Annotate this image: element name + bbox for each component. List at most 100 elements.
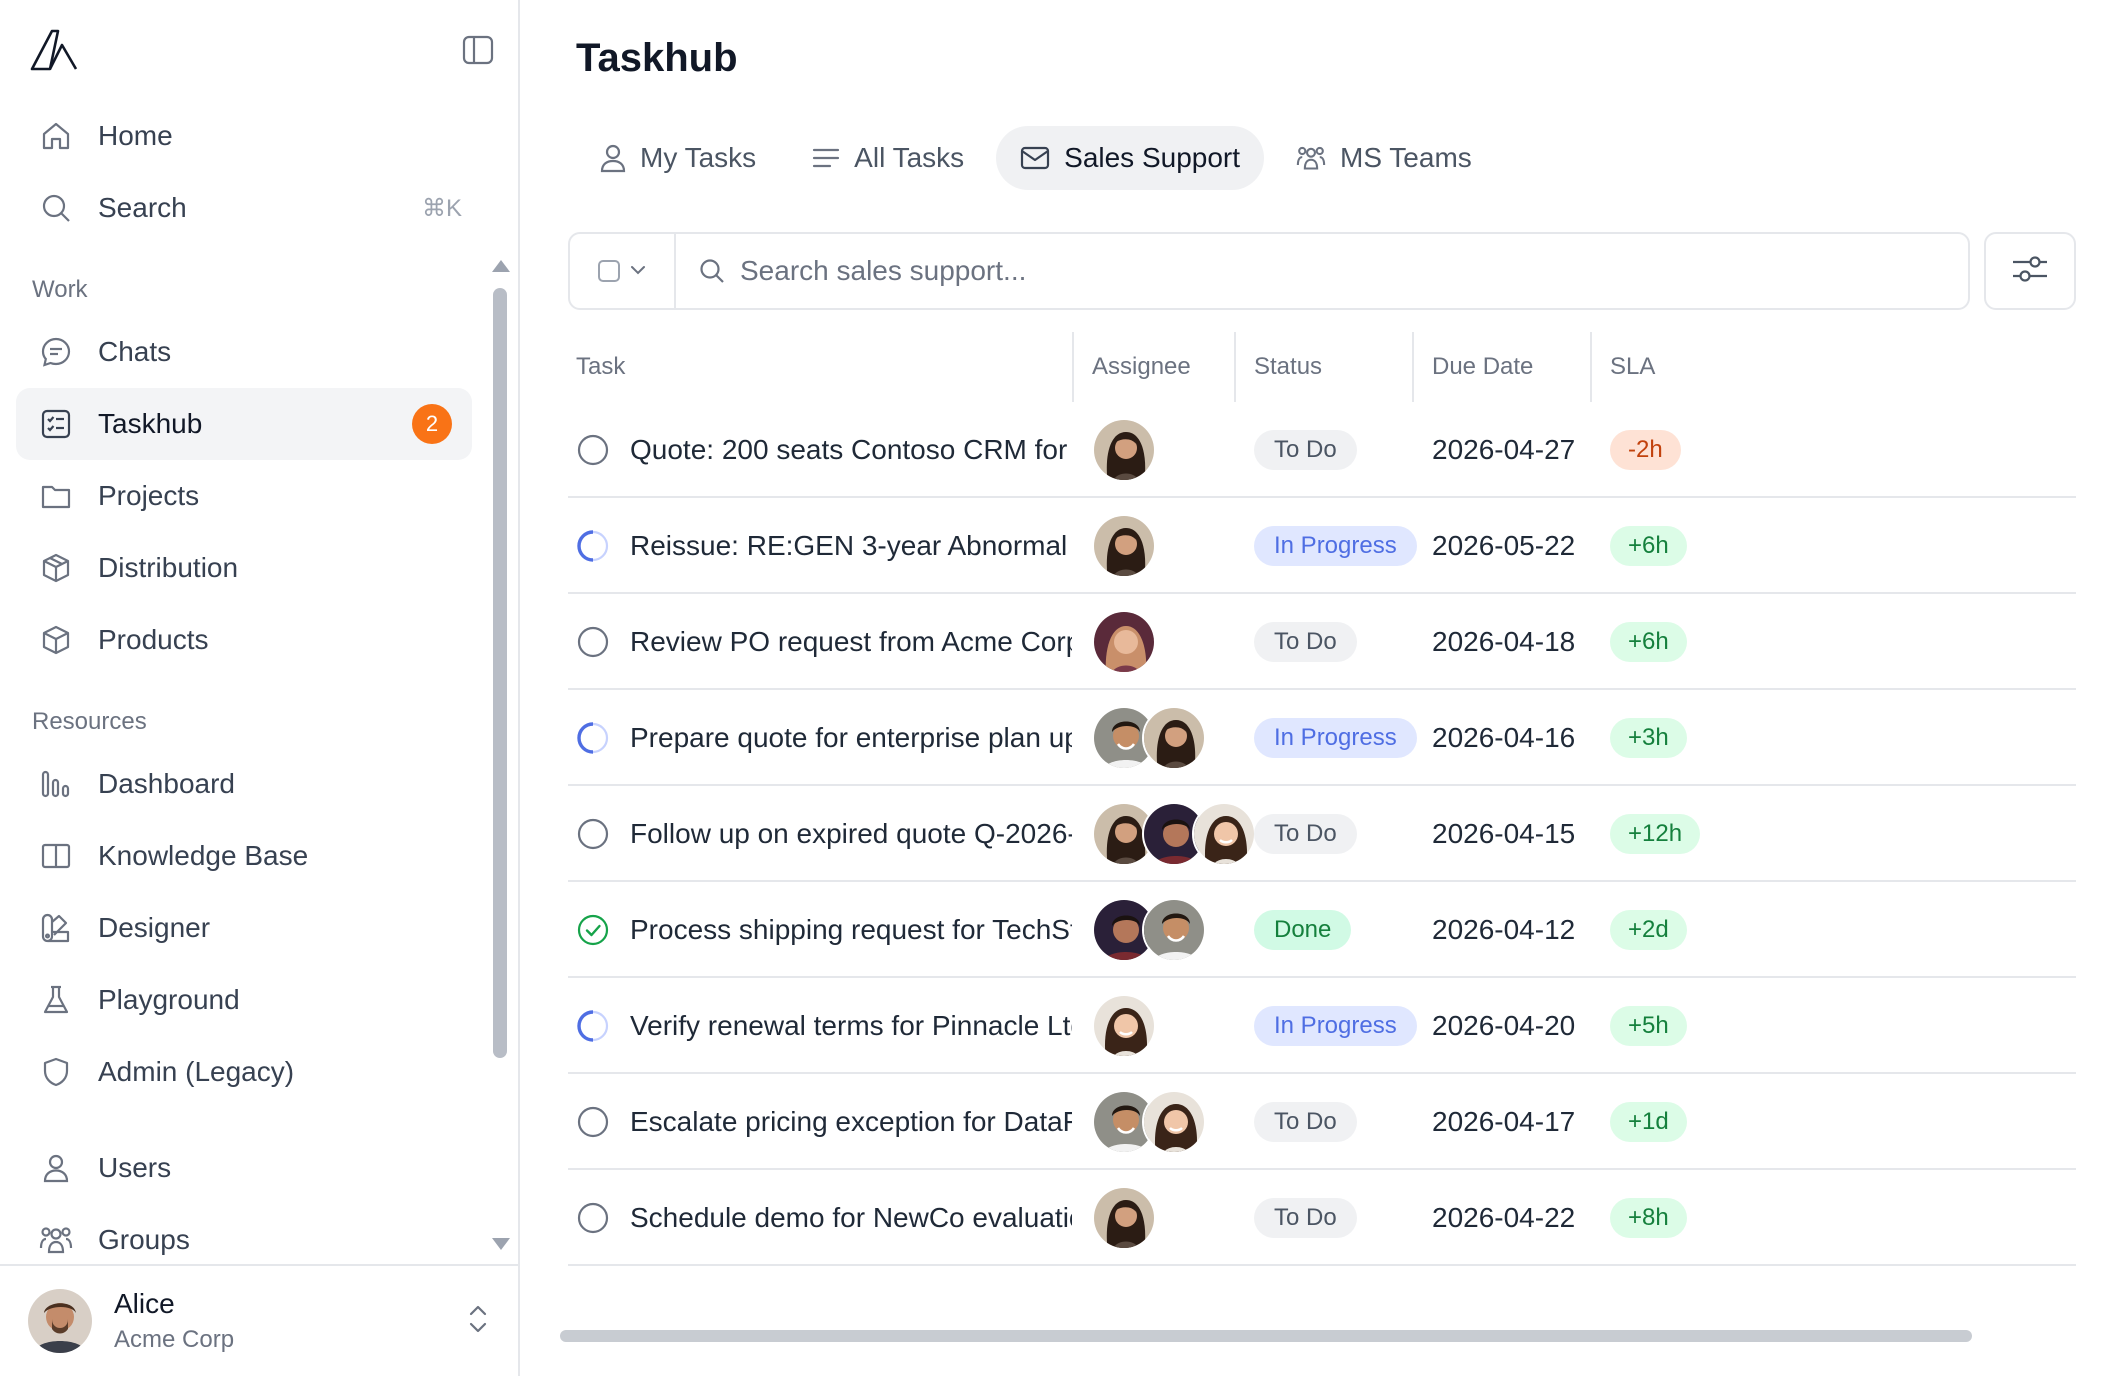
assignee-cell[interactable] — [1092, 594, 1156, 690]
due-date: 2026-04-17 — [1432, 1106, 1576, 1137]
brand-logo-icon[interactable] — [30, 29, 78, 71]
task-title: Quote: 200 seats Contoso CRM for Synthet… — [630, 434, 1072, 465]
group-icon — [38, 1222, 74, 1258]
task-cell[interactable]: Prepare quote for enterprise plan upgrad… — [576, 690, 1072, 786]
check-circle-icon[interactable] — [576, 913, 610, 947]
status-badge[interactable]: To Do — [1254, 814, 1357, 854]
assignee-avatar[interactable] — [1092, 1186, 1156, 1250]
sidebar-item-distribution[interactable]: Distribution — [16, 532, 472, 604]
sidebar-item-label: Users — [98, 1152, 172, 1183]
scroll-up-arrow-icon[interactable] — [492, 260, 510, 272]
assignee-avatar[interactable] — [1092, 514, 1156, 578]
status-badge[interactable]: To Do — [1254, 622, 1357, 662]
sidebar-item-products[interactable]: Products — [16, 604, 472, 676]
sidebar-item-home[interactable]: Home — [16, 100, 472, 172]
sidebar-item-taskhub[interactable]: Taskhub 2 — [16, 388, 472, 460]
filter-button[interactable] — [1984, 232, 2076, 310]
assignee-cell[interactable] — [1092, 1170, 1156, 1266]
assignee-avatar[interactable] — [1092, 418, 1156, 482]
todo-circle-icon[interactable] — [576, 1201, 610, 1235]
assignee-cell[interactable] — [1092, 498, 1156, 594]
table-row[interactable]: Verify renewal terms for Pinnacle Ltd In … — [568, 978, 2076, 1074]
column-header-task[interactable]: Task — [576, 332, 625, 402]
table-row[interactable]: Follow up on expired quote Q-2026-003 To … — [568, 786, 2076, 882]
scroll-down-arrow-icon[interactable] — [492, 1238, 510, 1250]
assignee-avatar[interactable] — [1092, 994, 1156, 1058]
task-cell[interactable]: Review PO request from Acme Corp — [576, 594, 1072, 690]
task-cell[interactable]: Process shipping request for TechStart — [576, 882, 1072, 978]
sidebar-scrollbar[interactable] — [490, 150, 510, 1376]
task-cell[interactable]: Escalate pricing exception for DataFlow — [576, 1074, 1072, 1170]
column-header-status[interactable]: Status — [1254, 332, 1322, 402]
table-row[interactable]: Process shipping request for TechStart Do… — [568, 882, 2076, 978]
main-content: Taskhub My Tasks All Tasks Sales Support… — [520, 0, 2120, 1376]
assignee-avatar[interactable] — [1092, 610, 1156, 674]
status-badge[interactable]: To Do — [1254, 1102, 1357, 1142]
task-cell[interactable]: Schedule demo for NewCo evaluation — [576, 1170, 1072, 1266]
status-badge[interactable]: In Progress — [1254, 526, 1417, 566]
table-row[interactable]: Review PO request from Acme Corp To Do 202… — [568, 594, 2076, 690]
search-input[interactable] — [740, 255, 1968, 287]
assignee-cell[interactable] — [1092, 882, 1206, 978]
sidebar-item-chats[interactable]: Chats — [16, 316, 472, 388]
todo-circle-icon[interactable] — [576, 817, 610, 851]
task-list-icon — [38, 406, 74, 442]
status-badge[interactable]: To Do — [1254, 1198, 1357, 1238]
sidebar-item-knowledge-base[interactable]: Knowledge Base — [16, 820, 472, 892]
table-row[interactable]: Reissue: RE:GEN 3-year Abnormal renewal … — [568, 498, 2076, 594]
assignee-cell[interactable] — [1092, 402, 1156, 498]
assignee-avatar[interactable] — [1192, 802, 1256, 866]
status-badge[interactable]: In Progress — [1254, 718, 1417, 758]
sidebar-item-playground[interactable]: Playground — [16, 964, 472, 1036]
table-row[interactable]: Schedule demo for NewCo evaluation To Do 2… — [568, 1170, 2076, 1266]
tab-sales-support[interactable]: Sales Support — [996, 126, 1265, 190]
assignee-cell[interactable] — [1092, 978, 1156, 1074]
sidebar-item-groups[interactable]: Groups — [16, 1204, 472, 1264]
user-profile-switcher[interactable]: Alice Acme Corp — [0, 1264, 518, 1376]
sidebar-item-designer[interactable]: Designer — [16, 892, 472, 964]
due-date: 2026-04-12 — [1432, 914, 1576, 945]
column-header-assignee[interactable]: Assignee — [1092, 332, 1191, 402]
column-header-due-date[interactable]: Due Date — [1432, 332, 1533, 402]
assignee-avatar[interactable] — [1142, 898, 1206, 962]
sla-badge: +8h — [1610, 1198, 1687, 1238]
column-header-sla[interactable]: SLA — [1610, 332, 1655, 402]
sidebar-item-admin-legacy[interactable]: Admin (Legacy) — [16, 1036, 472, 1108]
status-badge[interactable]: To Do — [1254, 430, 1357, 470]
assignee-cell[interactable] — [1092, 786, 1256, 882]
tab-all-tasks[interactable]: All Tasks — [788, 126, 988, 190]
select-all-checkbox[interactable] — [598, 260, 620, 282]
assignee-avatar[interactable] — [1142, 706, 1206, 770]
tab-my-tasks[interactable]: My Tasks — [576, 126, 780, 190]
sidebar-item-projects[interactable]: Projects — [16, 460, 472, 532]
todo-circle-icon[interactable] — [576, 433, 610, 467]
table-row[interactable]: Quote: 200 seats Contoso CRM for Synthet… — [568, 402, 2076, 498]
sidebar-item-dashboard[interactable]: Dashboard — [16, 748, 472, 820]
sidebar-item-label: Admin (Legacy) — [98, 1056, 295, 1087]
assignee-cell[interactable] — [1092, 1074, 1206, 1170]
task-cell[interactable]: Quote: 200 seats Contoso CRM for Synthet… — [576, 402, 1072, 498]
task-cell[interactable]: Follow up on expired quote Q-2026-003 — [576, 786, 1072, 882]
sidebar-item-users[interactable]: Users — [16, 1132, 472, 1204]
todo-circle-icon[interactable] — [576, 1105, 610, 1139]
select-all-dropdown[interactable] — [570, 234, 676, 308]
sidebar-item-search[interactable]: Search ⌘K — [16, 172, 472, 244]
task-cell[interactable]: Reissue: RE:GEN 3-year Abnormal renewal … — [576, 498, 1072, 594]
horizontal-scrollbar-thumb[interactable] — [560, 1330, 1972, 1342]
tab-ms-teams[interactable]: MS Teams — [1272, 126, 1496, 190]
sidebar-collapse-icon[interactable] — [462, 34, 494, 66]
status-badge[interactable]: Done — [1254, 910, 1352, 950]
sidebar-scrollbar-thumb[interactable] — [493, 288, 507, 1058]
status-badge[interactable]: In Progress — [1254, 1006, 1417, 1046]
in-progress-icon[interactable] — [576, 1009, 610, 1043]
task-cell[interactable]: Verify renewal terms for Pinnacle Ltd — [576, 978, 1072, 1074]
table-row[interactable]: Escalate pricing exception for DataFlow T… — [568, 1074, 2076, 1170]
chevron-down-icon — [630, 262, 646, 280]
assignee-cell[interactable] — [1092, 690, 1206, 786]
table-row[interactable]: Prepare quote for enterprise plan upgrad… — [568, 690, 2076, 786]
in-progress-icon[interactable] — [576, 721, 610, 755]
tab-label: MS Teams — [1340, 142, 1472, 173]
assignee-avatar[interactable] — [1142, 1090, 1206, 1154]
todo-circle-icon[interactable] — [576, 625, 610, 659]
in-progress-icon[interactable] — [576, 529, 610, 563]
